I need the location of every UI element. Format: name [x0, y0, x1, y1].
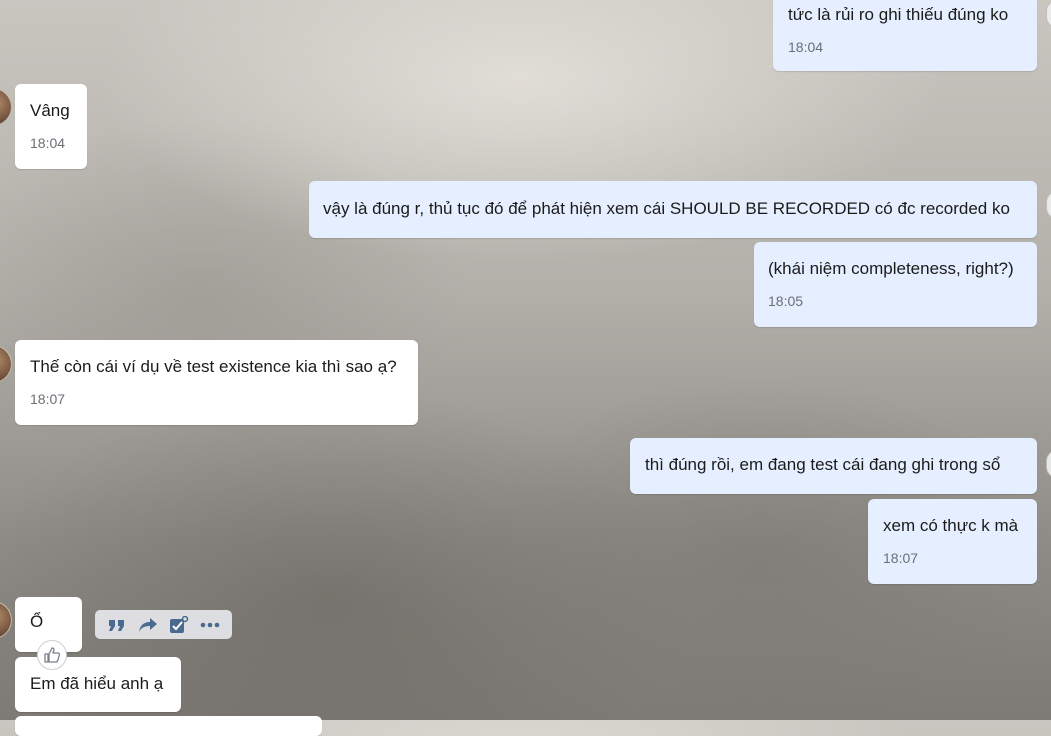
message-text: Thế còn cái ví dụ về test existence kia … [30, 357, 397, 376]
message-time: 18:07 [30, 391, 66, 407]
message-text: thì đúng rồi, em đang test cái đang ghi … [645, 455, 1001, 474]
message-bubble-outgoing[interactable]: vậy là đúng r, thủ tục đó để phát hiện x… [309, 181, 1037, 238]
forward-icon[interactable] [135, 614, 161, 636]
quote-icon[interactable] [104, 614, 130, 636]
message-bubble-outgoing[interactable]: thì đúng rồi, em đang test cái đang ghi … [630, 438, 1037, 494]
message-bubble-outgoing[interactable]: xem có thực k mà 18:07 [868, 499, 1037, 584]
message-time: 18:07 [883, 550, 919, 566]
task-icon[interactable] [166, 614, 192, 636]
message-text: (khái niệm completeness, right?) [768, 259, 1014, 278]
sender-avatar[interactable] [0, 601, 12, 639]
message-text: Ổ [30, 612, 44, 631]
message-bubble-outgoing[interactable]: tức là rủi ro ghi thiếu đúng ko 18:04 [773, 0, 1037, 71]
message-bubble-incoming[interactable] [15, 716, 322, 736]
message-bubble-incoming[interactable]: Thế còn cái ví dụ về test existence kia … [15, 340, 418, 425]
sender-avatar[interactable] [0, 345, 12, 383]
message-text: Vâng [30, 101, 70, 120]
message-text: vậy là đúng r, thủ tục đó để phát hiện x… [323, 199, 1010, 218]
message-text: tức là rủi ro ghi thiếu đúng ko [788, 5, 1009, 24]
seen-avatar-indicator [1046, 0, 1051, 28]
like-reaction-button[interactable] [37, 640, 67, 670]
message-text: Em đã hiểu anh ạ [30, 674, 164, 693]
message-hover-toolbar [95, 610, 232, 639]
message-text: xem có thực k mà [883, 516, 1019, 535]
sender-avatar[interactable] [0, 88, 12, 126]
message-bubble-outgoing[interactable]: (khái niệm completeness, right?) 18:05 [754, 242, 1037, 327]
message-bubble-incoming[interactable]: Em đã hiểu anh ạ [15, 657, 181, 712]
message-time: 18:04 [30, 135, 66, 151]
message-bubble-incoming[interactable]: Vâng 18:04 [15, 84, 87, 169]
message-time: 18:04 [788, 39, 824, 55]
thumbs-up-icon [44, 647, 61, 663]
message-time: 18:05 [768, 293, 804, 309]
more-icon[interactable] [197, 614, 223, 636]
seen-avatar-indicator [1046, 450, 1051, 478]
seen-avatar-indicator [1046, 191, 1051, 219]
